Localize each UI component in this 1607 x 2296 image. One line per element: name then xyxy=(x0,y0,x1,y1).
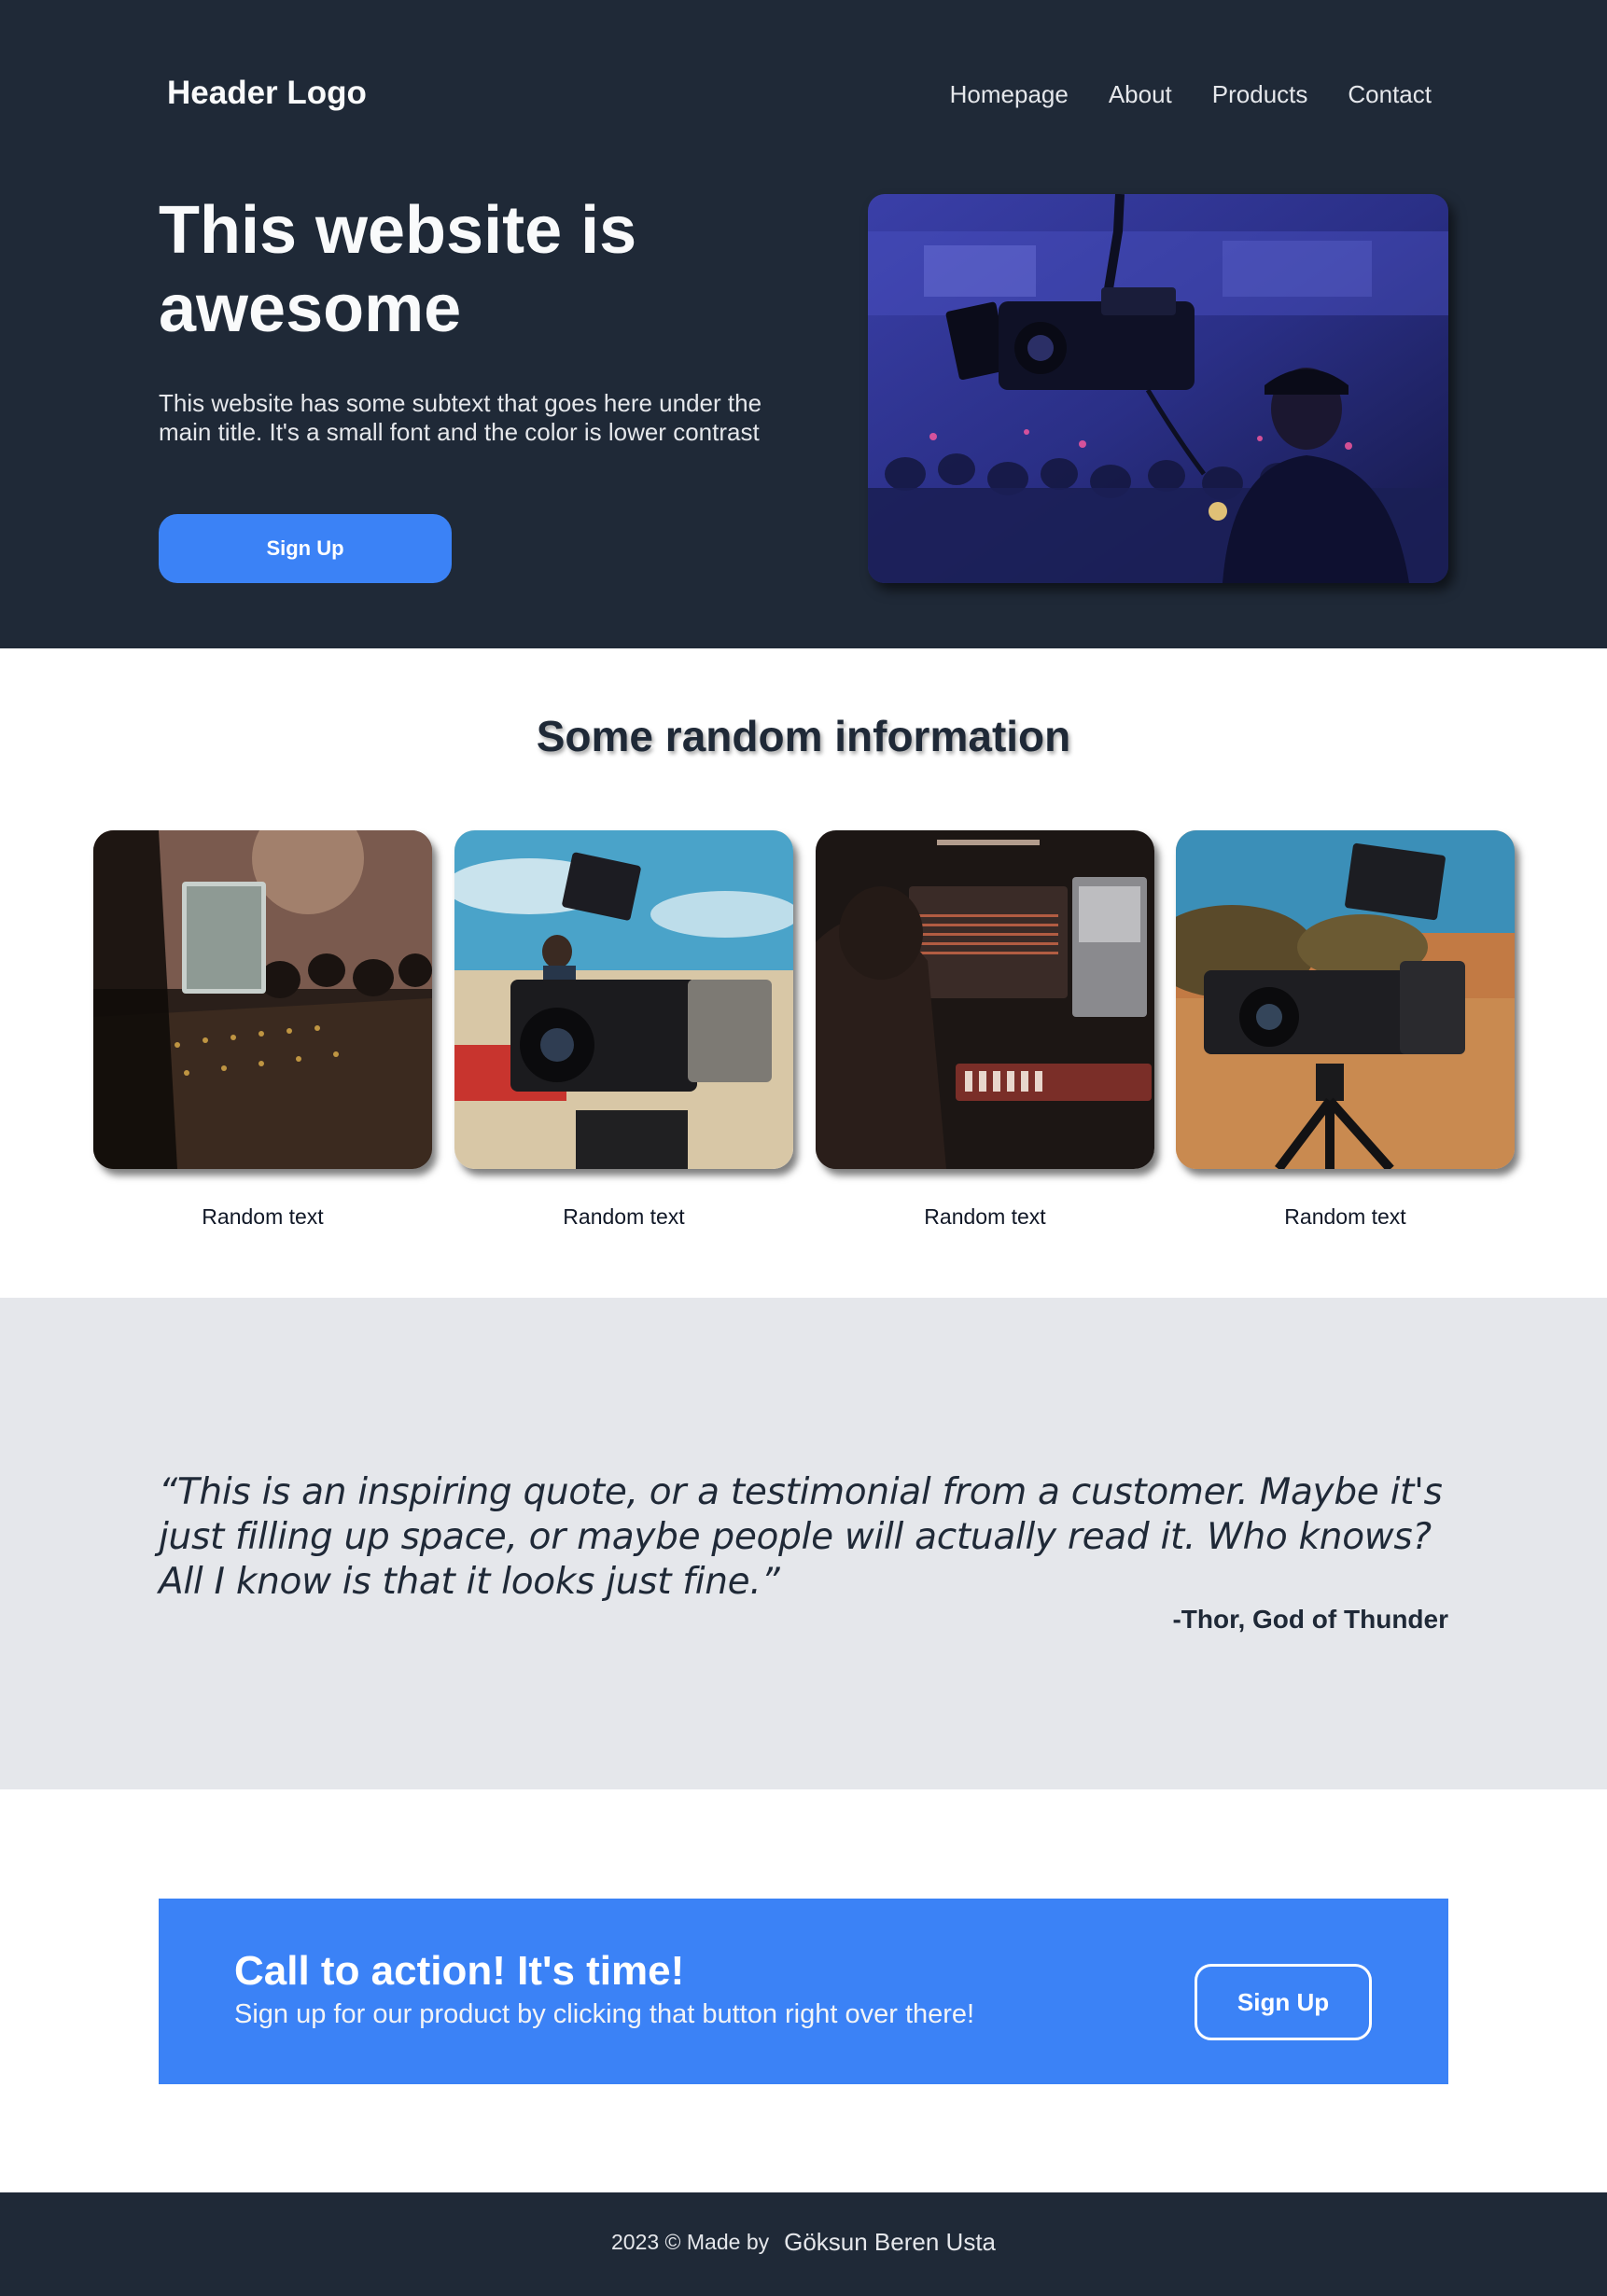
cta-title: Call to action! It's time! xyxy=(234,1948,685,1994)
testimonial-section: “This is an inspiring quote, or a testim… xyxy=(0,1298,1607,1789)
info-section-title: Some random information xyxy=(536,712,1071,760)
cta-signup-button[interactable]: Sign Up xyxy=(1195,1964,1372,2040)
info-card: Random text xyxy=(454,830,793,1230)
video-editing-image xyxy=(816,830,1154,1169)
card-text: Random text xyxy=(563,1204,685,1229)
card-text: Random text xyxy=(924,1204,1046,1229)
audio-mixer-image xyxy=(93,830,432,1169)
cta-subtitle: Sign up for our product by clicking that… xyxy=(234,1999,975,2029)
card-text: Random text xyxy=(1284,1204,1406,1229)
nav-products[interactable]: Products xyxy=(1212,80,1308,109)
hero-subtitle: This website has some subtext that goes … xyxy=(159,389,762,446)
hero-section: Header Logo Homepage About Products Cont… xyxy=(0,0,1607,648)
camera-on-tripod-image xyxy=(1176,830,1515,1169)
info-card: Random text xyxy=(93,830,432,1230)
info-card: Random text xyxy=(816,830,1154,1230)
call-to-action-banner: Call to action! It's time! Sign up for o… xyxy=(159,1899,1448,2084)
testimonial-author: -Thor, God of Thunder xyxy=(1172,1605,1448,1634)
nav-homepage[interactable]: Homepage xyxy=(950,80,1069,109)
footer-author-link[interactable]: Göksun Beren Usta xyxy=(784,2228,996,2257)
nav-about[interactable]: About xyxy=(1109,80,1172,109)
hero-image xyxy=(868,194,1448,583)
header-logo[interactable]: Header Logo xyxy=(167,75,367,112)
hero-title: This website is awesome xyxy=(159,193,637,346)
nav-contact[interactable]: Contact xyxy=(1348,80,1432,109)
card-text: Random text xyxy=(202,1204,324,1229)
cinema-camera-image xyxy=(454,830,793,1169)
main-nav: Homepage About Products Contact xyxy=(950,80,1432,109)
footer: 2023 © Made by Göksun Beren Usta xyxy=(0,2192,1607,2296)
hero-signup-button[interactable]: Sign Up xyxy=(159,514,452,583)
footer-copyright: 2023 © Made by xyxy=(611,2230,770,2254)
testimonial-quote: “This is an inspiring quote, or a testim… xyxy=(159,1471,1443,1603)
info-card: Random text xyxy=(1176,830,1515,1230)
